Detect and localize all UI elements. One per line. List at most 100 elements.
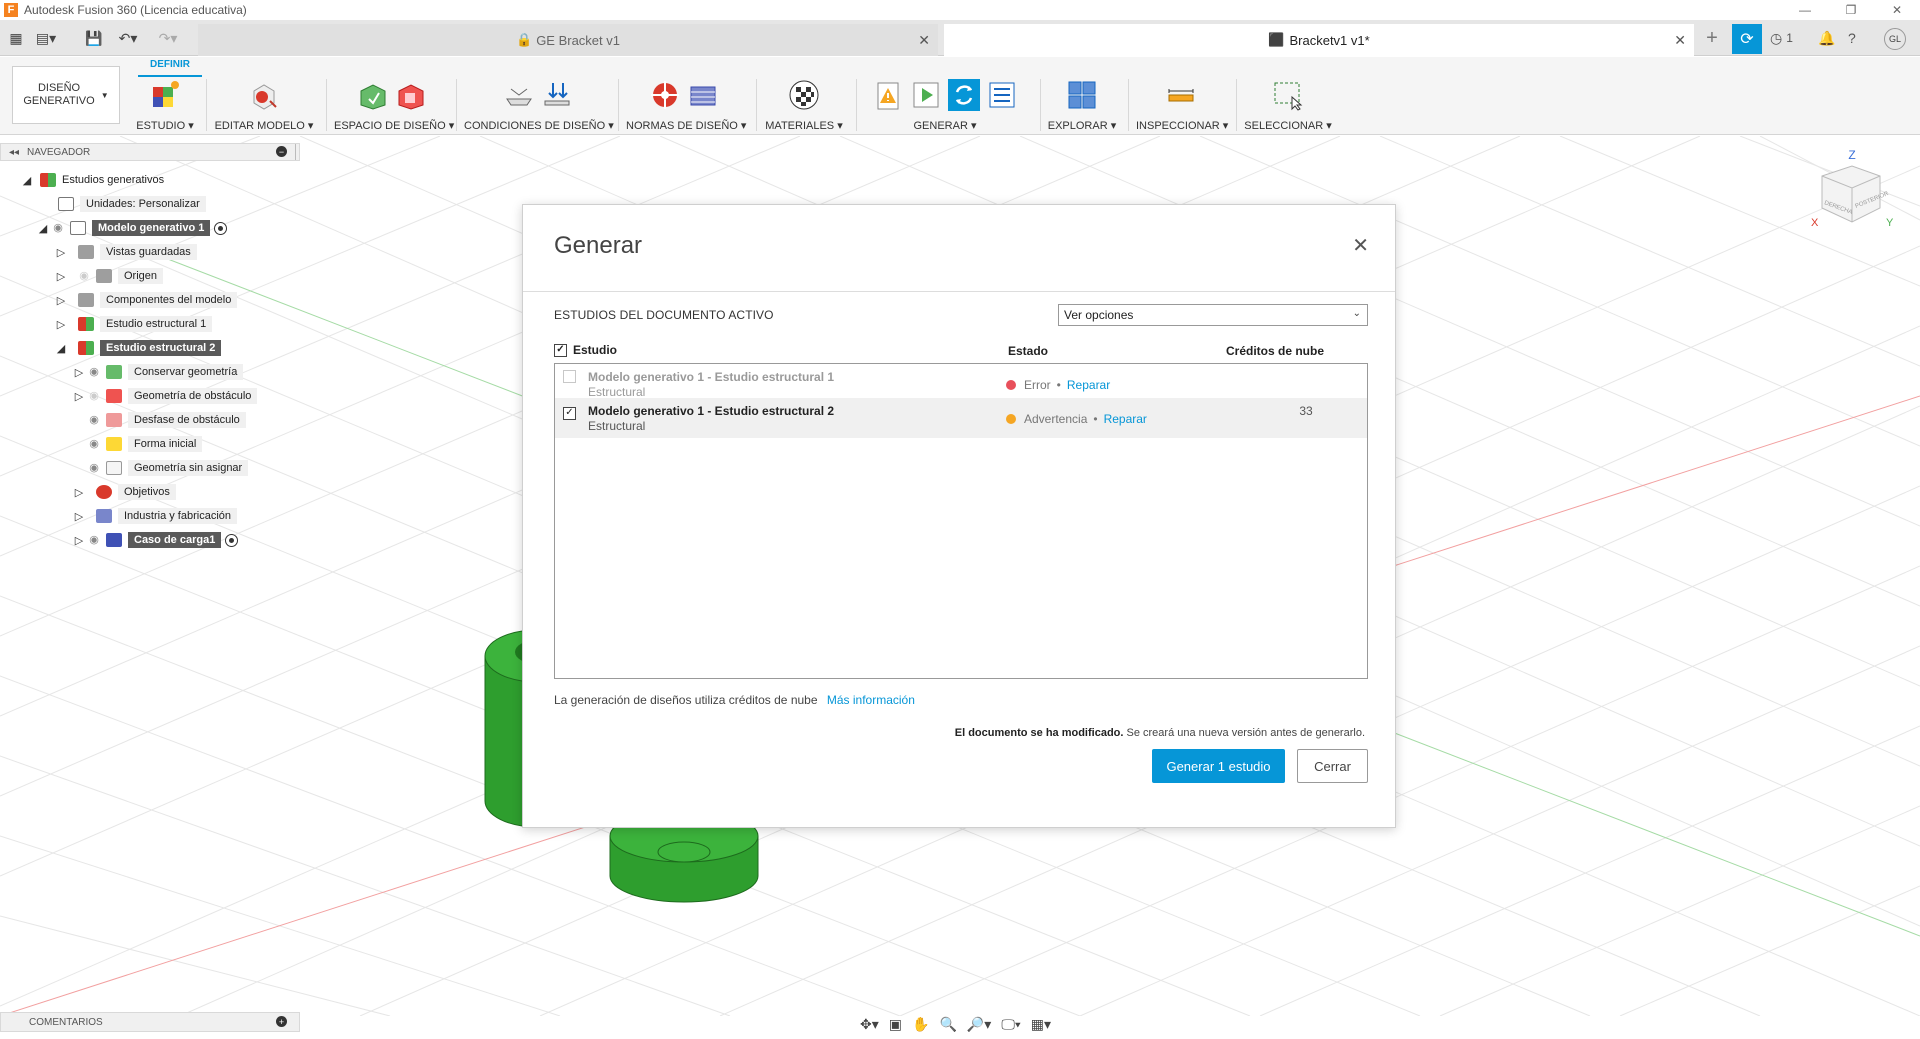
browser-panel-header[interactable]: ◂◂ NAVEGADOR − [0, 143, 300, 161]
expand-toggle-icon[interactable]: ▷ [72, 534, 86, 547]
group-materiales[interactable]: MATERIALES ▾ [764, 77, 844, 133]
group-explorar[interactable]: EXPLORAR ▾ [1046, 77, 1118, 133]
repair-link[interactable]: Reparar [1104, 412, 1147, 426]
job-status[interactable]: ◷ 1 [1770, 28, 1793, 48]
caret-down-icon: ▼ [100, 90, 109, 100]
grid-settings-icon[interactable]: ▦▾ [1031, 1016, 1051, 1033]
browser-node[interactable]: Unidades: Personalizar [58, 194, 206, 214]
fit-icon[interactable]: 🔎▾ [967, 1016, 991, 1033]
warning-icon [877, 82, 899, 110]
eye-icon[interactable]: ◉ [86, 533, 102, 547]
viewcube[interactable]: Z X Y DERECHA POSTERIOR [1800, 146, 1900, 246]
sync-icon[interactable]: ⟳ [1732, 24, 1762, 54]
group-normas-diseno[interactable]: NORMAS DE DISEÑO ▾ [626, 77, 746, 133]
expand-toggle-icon[interactable]: ▷ [72, 486, 86, 499]
expand-toggle-icon[interactable]: ▷ [72, 366, 86, 379]
browser-node[interactable]: ▷ Objetivos [72, 482, 176, 502]
collapse-panel-icon[interactable]: ◂◂ [9, 147, 19, 158]
group-label: CONDICIONES DE DISEÑO ▾ [464, 120, 614, 132]
pan-icon[interactable]: ✋ [912, 1016, 929, 1033]
panel-grip-icon[interactable] [295, 144, 299, 160]
add-comment-icon[interactable]: + [276, 1016, 287, 1027]
browser-node[interactable]: ▷ ◉ Origen [54, 266, 164, 286]
close-icon[interactable]: ✕ [1874, 0, 1920, 20]
eye-icon[interactable]: ◉ [76, 269, 92, 283]
generate-button[interactable]: Generar 1 estudio [1152, 749, 1285, 783]
expand-toggle-icon[interactable]: ▷ [54, 246, 68, 259]
close-tab-icon[interactable]: ✕ [1674, 32, 1686, 49]
document-tab[interactable]: 🔒 GE Bracket v1 ✕ [198, 24, 938, 56]
group-condiciones-diseno[interactable]: CONDICIONES DE DISEÑO ▾ [464, 77, 614, 133]
document-tab-active[interactable]: ⬛ Bracketv1 v1* ✕ [944, 24, 1694, 56]
activate-radio[interactable] [214, 221, 228, 235]
help-icon[interactable]: ? [1848, 28, 1856, 48]
navigation-bar: ✥▾ ▣ ✋ 🔍 🔎▾ 🖵▾ ▦▾ [860, 1013, 1051, 1035]
repair-link[interactable]: Reparar [1067, 378, 1110, 392]
browser-node[interactable]: ◢ ◉ Modelo generativo 1 [36, 218, 228, 238]
group-seleccionar[interactable]: SELECCIONAR ▾ [1244, 77, 1332, 133]
eye-icon[interactable]: ◉ [50, 221, 66, 235]
apps-grid-icon[interactable]: ▦ [6, 28, 26, 48]
file-menu-icon[interactable]: ▤▾ [36, 28, 56, 48]
minimize-panel-icon[interactable]: − [276, 146, 287, 157]
expand-toggle-icon[interactable]: ▷ [72, 390, 86, 403]
column-header-study[interactable]: ✓ Estudio [554, 343, 617, 357]
close-icon[interactable]: ✕ [1352, 236, 1369, 256]
browser-node[interactable]: ▷ Estudio estructural 1 [54, 314, 213, 334]
workspace-switcher[interactable]: DISEÑO GENERATIVO ▼ [12, 66, 120, 124]
browser-node[interactable]: ▷ Industria y fabricación [72, 506, 237, 526]
eye-icon[interactable]: ◉ [86, 389, 102, 403]
expand-toggle-icon[interactable]: ◢ [54, 342, 68, 355]
row-checkbox[interactable]: ✓ [563, 406, 576, 420]
browser-node[interactable]: ◢ Estudios generativos [20, 170, 164, 190]
save-icon[interactable]: 💾 [84, 28, 104, 48]
measure-icon [1168, 89, 1194, 102]
eye-icon[interactable]: ◉ [86, 365, 102, 379]
expand-toggle-icon[interactable]: ▷ [72, 510, 86, 523]
activate-radio[interactable] [225, 533, 239, 547]
group-estudio[interactable]: ESTUDIO ▾ [128, 77, 202, 133]
browser-node[interactable]: ▷ ◉ Caso de carga1 [72, 530, 239, 550]
more-info-link[interactable]: Más información [827, 693, 915, 707]
close-tab-icon[interactable]: ✕ [918, 32, 930, 49]
orbit-icon[interactable]: ✥▾ [860, 1016, 879, 1033]
browser-node[interactable]: ▷ Componentes del modelo [54, 290, 238, 310]
explore-icon [1068, 81, 1096, 109]
look-at-icon[interactable]: ▣ [889, 1016, 902, 1033]
avatar[interactable]: GL [1884, 28, 1906, 50]
group-generar[interactable]: GENERAR ▾ [862, 77, 1028, 133]
browser-node[interactable]: ◉ Geometría sin asignar [86, 458, 249, 478]
options-dropdown[interactable]: Ver opciones ⌄ [1058, 304, 1368, 326]
group-editar-modelo[interactable]: EDITAR MODELO ▾ [214, 77, 314, 133]
browser-node[interactable]: ◉ Forma inicial [86, 434, 203, 454]
notifications-icon[interactable]: 🔔 [1818, 28, 1835, 48]
eye-icon[interactable]: ◉ [86, 413, 102, 427]
browser-node[interactable]: ▷ Vistas guardadas [54, 242, 197, 262]
display-settings-icon[interactable]: 🖵▾ [1001, 1016, 1020, 1033]
expand-toggle-icon[interactable]: ▷ [54, 294, 68, 307]
eye-icon[interactable]: ◉ [86, 461, 102, 475]
restore-icon[interactable]: ❐ [1828, 0, 1874, 20]
minimize-icon[interactable]: — [1782, 0, 1828, 20]
browser-node[interactable]: ◢ Estudio estructural 2 [54, 338, 222, 358]
group-inspeccionar[interactable]: INSPECCIONAR ▾ [1136, 77, 1228, 133]
redo-icon[interactable]: ↷▾ [158, 28, 178, 48]
undo-icon[interactable]: ↶▾ [118, 28, 138, 48]
zoom-icon[interactable]: 🔍 [939, 1016, 956, 1033]
eye-icon[interactable]: ◉ [86, 437, 102, 451]
close-button[interactable]: Cerrar [1297, 749, 1368, 783]
new-tab-icon[interactable]: + [1700, 27, 1724, 49]
table-row[interactable]: ✓ Modelo generativo 1 - Estudio estructu… [555, 398, 1367, 438]
browser-node[interactable]: ▷ ◉ Geometría de obstáculo [72, 386, 258, 406]
select-all-checkbox[interactable]: ✓ [554, 343, 567, 357]
expand-toggle-icon[interactable]: ▷ [54, 318, 68, 331]
group-espacio-diseno[interactable]: ESPACIO DE DISEÑO ▾ [334, 77, 454, 133]
expand-toggle-icon[interactable]: ▷ [54, 270, 68, 283]
expand-toggle-icon[interactable]: ◢ [20, 174, 34, 187]
comments-panel[interactable]: COMENTARIOS + [0, 1012, 300, 1032]
browser-node[interactable]: ◉ Desfase de obstáculo [86, 410, 246, 430]
browser-node[interactable]: ▷ ◉ Conservar geometría [72, 362, 244, 382]
node-label: Estudio estructural 1 [100, 316, 213, 332]
expand-toggle-icon[interactable]: ◢ [36, 222, 50, 235]
tab-definir[interactable]: DEFINIR [138, 59, 202, 70]
